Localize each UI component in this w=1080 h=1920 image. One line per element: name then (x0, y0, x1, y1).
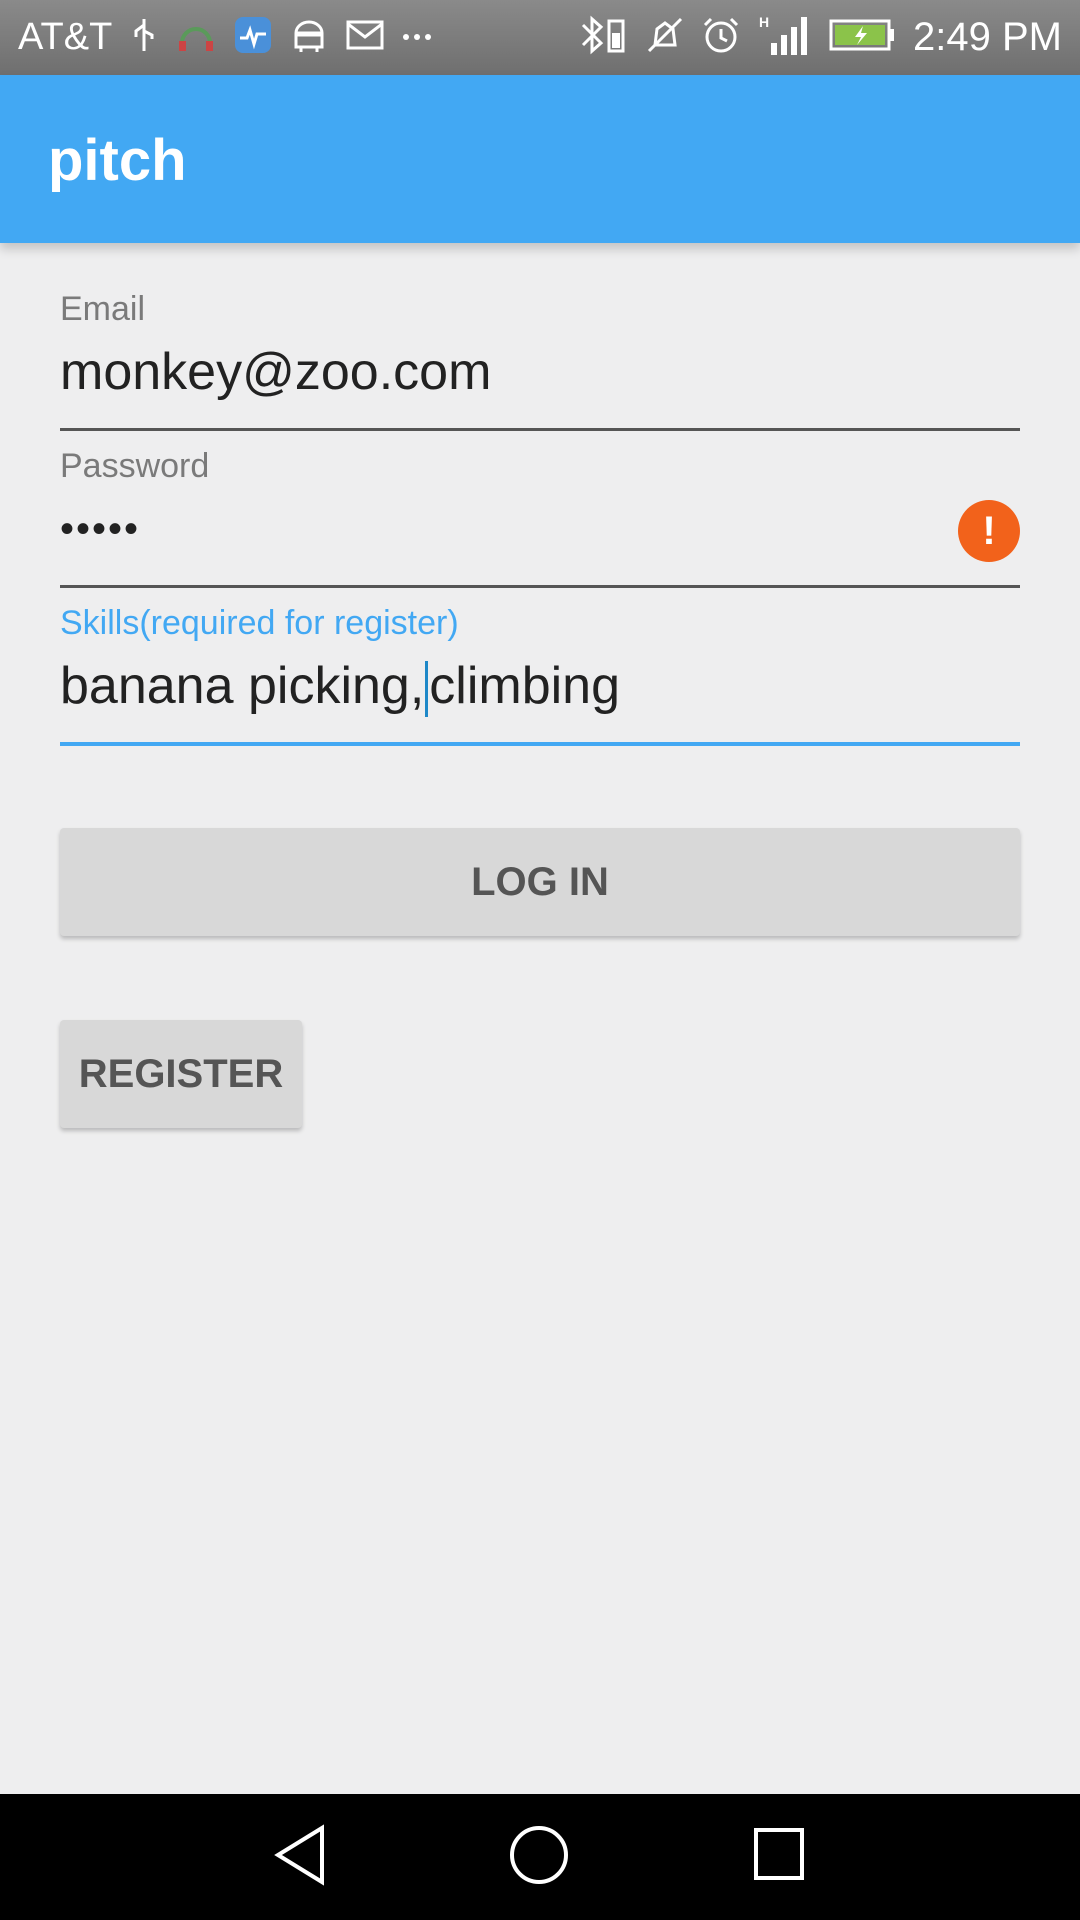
more-dots-icon (402, 29, 432, 47)
skills-text-before-cursor: banana picking, (60, 657, 425, 715)
health-app-icon (234, 16, 272, 59)
android-icon (290, 17, 328, 58)
skills-label: Skills(required for register) (60, 604, 459, 642)
home-icon[interactable] (508, 1824, 570, 1891)
recents-icon[interactable] (752, 1826, 806, 1887)
password-value: ••••• (60, 507, 141, 551)
vibrate-off-icon (645, 15, 685, 60)
carrier-name: AT&T (18, 16, 113, 58)
email-underline (60, 428, 1020, 431)
skills-value: banana picking,climbing (60, 656, 621, 718)
status-clock: 2:49 PM (913, 15, 1062, 59)
svg-text:H: H (759, 14, 769, 30)
skills-field[interactable]: Skills(required for register) banana pic… (60, 604, 1020, 749)
skills-underline (60, 742, 1020, 746)
alert-icon[interactable]: ! (958, 500, 1020, 562)
email-field[interactable]: Email monkey@zoo.com (60, 290, 1020, 435)
skills-text-after-cursor: climbing (429, 657, 621, 715)
battery-charging-icon (829, 18, 897, 57)
text-cursor (425, 661, 429, 718)
status-bar: AT&T H 2:49 PM (0, 0, 1080, 75)
app-bar: pitch (0, 75, 1080, 243)
alarm-icon (701, 15, 741, 60)
password-label: Password (60, 447, 210, 485)
navigation-bar (0, 1794, 1080, 1920)
email-label: Email (60, 290, 146, 328)
signal-icon: H (757, 13, 813, 62)
login-button[interactable]: LOG IN (60, 828, 1020, 936)
mail-icon (346, 20, 384, 55)
password-field[interactable]: Password ••••• ! (60, 447, 1020, 592)
register-button[interactable]: REGISTER (60, 1020, 302, 1128)
back-icon[interactable] (272, 1824, 328, 1891)
email-value: monkey@zoo.com (60, 343, 492, 401)
app-title: pitch (48, 128, 187, 193)
bluetooth-battery-icon (577, 15, 629, 60)
password-underline (60, 585, 1020, 588)
usb-icon (130, 17, 158, 58)
headset-icon (176, 17, 216, 58)
